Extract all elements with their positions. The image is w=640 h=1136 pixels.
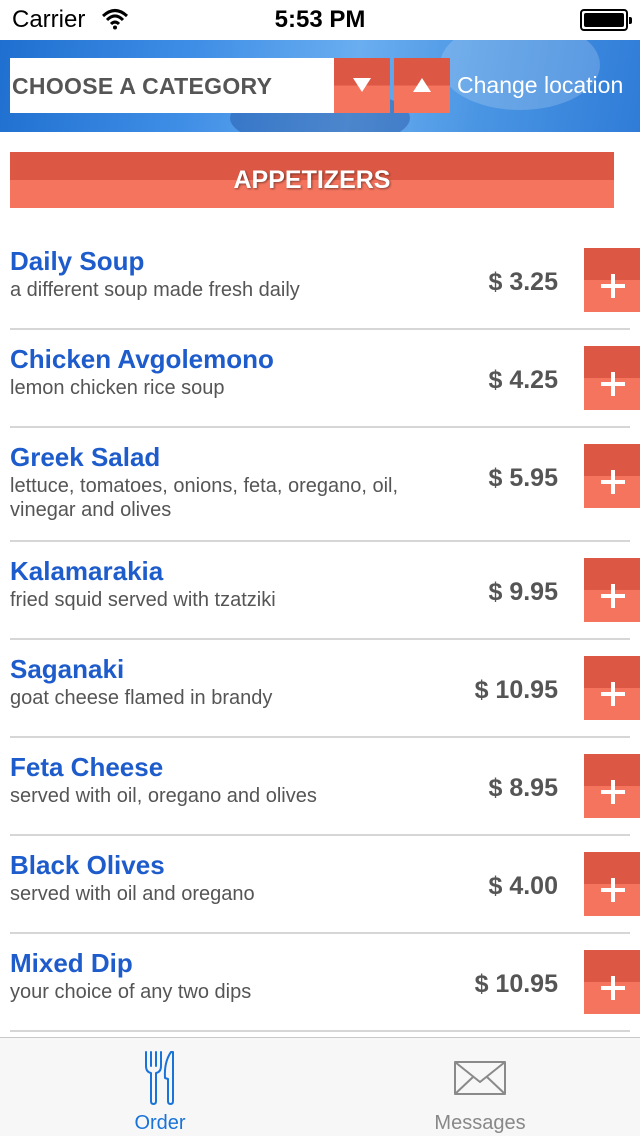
menu-item-description: a different soup made fresh daily: [10, 279, 300, 301]
menu-item: Black Olives served with oil and oregano…: [10, 836, 640, 934]
menu-item-price: $ 4.25: [488, 366, 558, 394]
menu-item-description: lettuce, tomatoes, onions, feta, oregano…: [10, 475, 399, 521]
menu-item: Greek Salad lettuce, tomatoes, onions, f…: [10, 428, 640, 542]
menu-item-name[interactable]: Daily Soup: [10, 246, 144, 277]
menu-item: Saganaki goat cheese flamed in brandy $ …: [10, 640, 640, 738]
menu-item-name[interactable]: Black Olives: [10, 850, 165, 881]
add-to-order-button[interactable]: [584, 950, 640, 1014]
category-next-button[interactable]: [334, 58, 390, 113]
menu-item-price: $ 5.95: [488, 464, 558, 492]
menu-item-name[interactable]: Kalamarakia: [10, 556, 163, 587]
battery-icon: [580, 9, 632, 31]
add-to-order-button[interactable]: [584, 248, 640, 312]
tab-messages-label: Messages: [434, 1112, 526, 1134]
arrow-down-icon: [353, 78, 371, 92]
menu-item-description: fried squid served with tzatziki: [10, 589, 276, 611]
menu-item-description: goat cheese flamed in brandy: [10, 687, 273, 709]
menu-item-description: served with oil and oregano: [10, 883, 255, 905]
add-to-order-button[interactable]: [584, 656, 640, 720]
fork-knife-icon: [145, 1051, 174, 1105]
menu-item: Daily Soup a different soup made fresh d…: [10, 232, 640, 330]
section-header: APPETIZERS: [10, 152, 614, 208]
arrow-up-icon: [413, 78, 431, 92]
status-bar: Carrier 5:53 PM: [0, 0, 640, 40]
menu-item: Feta Cheese served with oil, oregano and…: [10, 738, 640, 836]
menu-item: Mixed Dip your choice of any two dips $ …: [10, 934, 640, 1032]
menu-item: Chicken Avgolemono lemon chicken rice so…: [10, 330, 640, 428]
menu-item-price: $ 10.95: [474, 676, 558, 704]
envelope-icon: [454, 1061, 506, 1095]
category-select-label: CHOOSE A CATEGORY: [12, 73, 273, 99]
menu-item-name[interactable]: Saganaki: [10, 654, 124, 685]
menu-item: Kalamarakia fried squid served with tzat…: [10, 542, 640, 640]
menu-item-name[interactable]: Chicken Avgolemono: [10, 344, 274, 375]
tab-order[interactable]: Order: [0, 1038, 320, 1136]
tab-bar: Order Messages: [0, 1037, 640, 1136]
menu-item-price: $ 9.95: [488, 578, 558, 606]
add-to-order-button[interactable]: [584, 754, 640, 818]
menu-item-price: $ 4.00: [488, 872, 558, 900]
menu-item-name[interactable]: Feta Cheese: [10, 752, 163, 783]
add-to-order-button[interactable]: [584, 558, 640, 622]
menu-item-description: served with oil, oregano and olives: [10, 785, 317, 807]
category-select[interactable]: CHOOSE A CATEGORY: [10, 58, 334, 113]
menu-item-description: your choice of any two dips: [10, 981, 252, 1003]
header-banner: CHOOSE A CATEGORY Change location: [0, 40, 640, 132]
menu-item-name[interactable]: Mixed Dip: [10, 948, 133, 979]
add-to-order-button[interactable]: [584, 444, 640, 508]
menu-item-price: $ 10.95: [474, 970, 558, 998]
add-to-order-button[interactable]: [584, 346, 640, 410]
add-to-order-button[interactable]: [584, 852, 640, 916]
section-title: APPETIZERS: [233, 166, 391, 194]
status-time: 5:53 PM: [274, 6, 366, 33]
tab-messages[interactable]: Messages: [320, 1038, 640, 1136]
menu-list: Daily Soup a different soup made fresh d…: [0, 232, 640, 1032]
tab-order-label: Order: [134, 1112, 186, 1134]
menu-item-name[interactable]: Greek Salad: [10, 442, 160, 473]
category-previous-button[interactable]: [394, 58, 450, 113]
menu-item-price: $ 8.95: [488, 774, 558, 802]
menu-item-description: lemon chicken rice soup: [10, 377, 225, 399]
menu-item-price: $ 3.25: [488, 268, 558, 296]
change-location-link[interactable]: Change location: [457, 72, 623, 99]
